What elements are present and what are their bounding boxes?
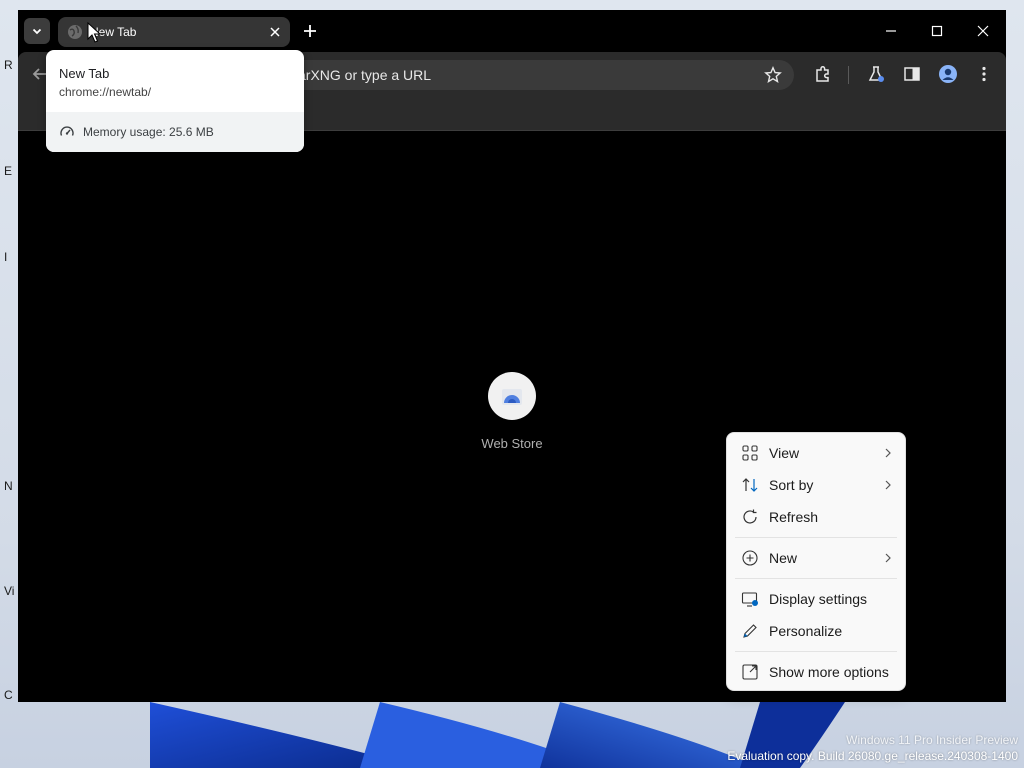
chevron-down-icon xyxy=(32,28,42,35)
menu-item-label: View xyxy=(769,445,800,461)
chevron-right-icon xyxy=(885,448,891,458)
desktop-icon-label[interactable]: N xyxy=(4,479,18,493)
tab-hover-card: New Tab chrome://newtab/ Memory usage: 2… xyxy=(46,50,304,152)
menu-item-new[interactable]: New xyxy=(731,543,901,573)
watermark-edition: Windows 11 Pro Insider Preview xyxy=(846,733,1018,747)
desktop-icon-label[interactable]: E xyxy=(4,164,18,178)
bookmark-star-icon[interactable] xyxy=(764,66,782,84)
menu-item-label: Sort by xyxy=(769,477,814,493)
menu-separator xyxy=(735,578,897,579)
maximize-icon xyxy=(931,25,943,37)
menu-item-view[interactable]: View xyxy=(731,438,901,468)
expand-icon xyxy=(742,664,758,680)
menu-separator xyxy=(735,537,897,538)
menu-separator xyxy=(735,651,897,652)
hover-card-title: New Tab xyxy=(59,66,110,81)
windows-watermark: Windows 11 Pro Insider Preview Evaluatio… xyxy=(727,732,1018,764)
toolbar-separator xyxy=(848,66,849,84)
close-window-button[interactable] xyxy=(972,20,994,42)
desktop-icon-label[interactable]: I xyxy=(4,250,18,264)
labs-flask-icon[interactable] xyxy=(866,64,886,84)
pencil-icon xyxy=(743,624,757,638)
menu-item-show-more-options[interactable]: Show more options xyxy=(731,657,901,687)
desktop-icon-label[interactable]: R xyxy=(4,58,18,72)
hover-card-url: chrome://newtab/ xyxy=(59,85,152,99)
hover-card-memory: Memory usage: 25.6 MB xyxy=(46,112,304,152)
minimize-button[interactable] xyxy=(880,20,902,42)
menu-item-label: Display settings xyxy=(769,591,868,607)
close-icon[interactable] xyxy=(268,25,282,39)
chevron-right-icon xyxy=(885,480,891,490)
menu-item-label: Personalize xyxy=(769,623,843,639)
menu-item-personalize[interactable]: Personalize xyxy=(731,616,901,646)
maximize-button[interactable] xyxy=(926,20,948,42)
profile-avatar-icon[interactable] xyxy=(938,64,958,84)
menu-item-label: Show more options xyxy=(769,664,889,680)
menu-item-sort-by[interactable]: Sort by xyxy=(731,470,901,500)
memory-usage-text: Memory usage: 25.6 MB xyxy=(83,125,214,139)
plus-circle-icon xyxy=(742,550,758,566)
globe-icon xyxy=(68,25,82,39)
more-menu-icon[interactable] xyxy=(974,64,994,84)
display-icon xyxy=(741,592,758,607)
menu-item-display-settings[interactable]: Display settings xyxy=(731,584,901,614)
minimize-icon xyxy=(886,30,896,32)
shortcut-web-store[interactable]: Web Store xyxy=(477,372,547,451)
desktop-icon-label[interactable]: C xyxy=(4,688,18,702)
side-panel-icon[interactable] xyxy=(902,64,922,84)
close-icon xyxy=(977,25,989,37)
sort-icon xyxy=(742,478,758,492)
gauge-icon xyxy=(60,126,74,136)
desktop-context-menu: View Sort by Refresh New Display setting… xyxy=(726,432,906,691)
menu-item-refresh[interactable]: Refresh xyxy=(731,502,901,532)
new-tab-button[interactable] xyxy=(300,21,320,41)
menu-item-label: Refresh xyxy=(769,509,819,525)
refresh-icon xyxy=(743,509,757,524)
watermark-build: Evaluation copy. Build 26080.ge_release.… xyxy=(727,749,1018,763)
mouse-cursor-icon xyxy=(87,22,101,43)
address-bar-placeholder: arXNG or type a URL xyxy=(298,67,432,83)
web-store-icon xyxy=(502,389,522,405)
browser-titlebar[interactable]: New Tab xyxy=(18,10,1006,52)
tab-search-button[interactable] xyxy=(24,18,50,44)
menu-item-label: New xyxy=(769,550,798,566)
chevron-right-icon xyxy=(885,553,891,563)
shortcut-label: Web Store xyxy=(481,436,543,451)
extensions-puzzle-icon[interactable] xyxy=(813,64,833,84)
shortcut-icon-circle xyxy=(488,372,536,420)
grid-icon xyxy=(742,445,758,461)
